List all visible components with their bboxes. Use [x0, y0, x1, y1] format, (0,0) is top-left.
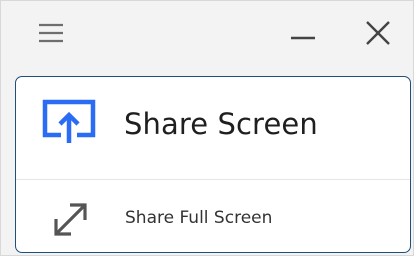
minimize-button[interactable]: [283, 15, 323, 55]
screen-share-icon: [41, 98, 97, 146]
share-screen-button[interactable]: Share Screen: [16, 77, 410, 177]
share-options-panel: Share Screen Share Full Screen: [15, 76, 411, 253]
share-screen-label: Share Screen: [124, 107, 318, 141]
title-bar: [1, 1, 413, 67]
minimize-icon: [290, 26, 316, 45]
share-full-screen-button[interactable]: Share Full Screen: [16, 181, 410, 252]
close-icon: [365, 20, 391, 50]
expand-arrows-icon: [51, 199, 91, 239]
hamburger-menu-icon: [38, 22, 64, 48]
divider: [16, 179, 410, 180]
share-full-screen-label: Share Full Screen: [125, 208, 273, 228]
share-window: Share Screen Share Full Screen: [0, 0, 414, 256]
close-button[interactable]: [358, 15, 398, 55]
menu-button[interactable]: [31, 15, 71, 55]
